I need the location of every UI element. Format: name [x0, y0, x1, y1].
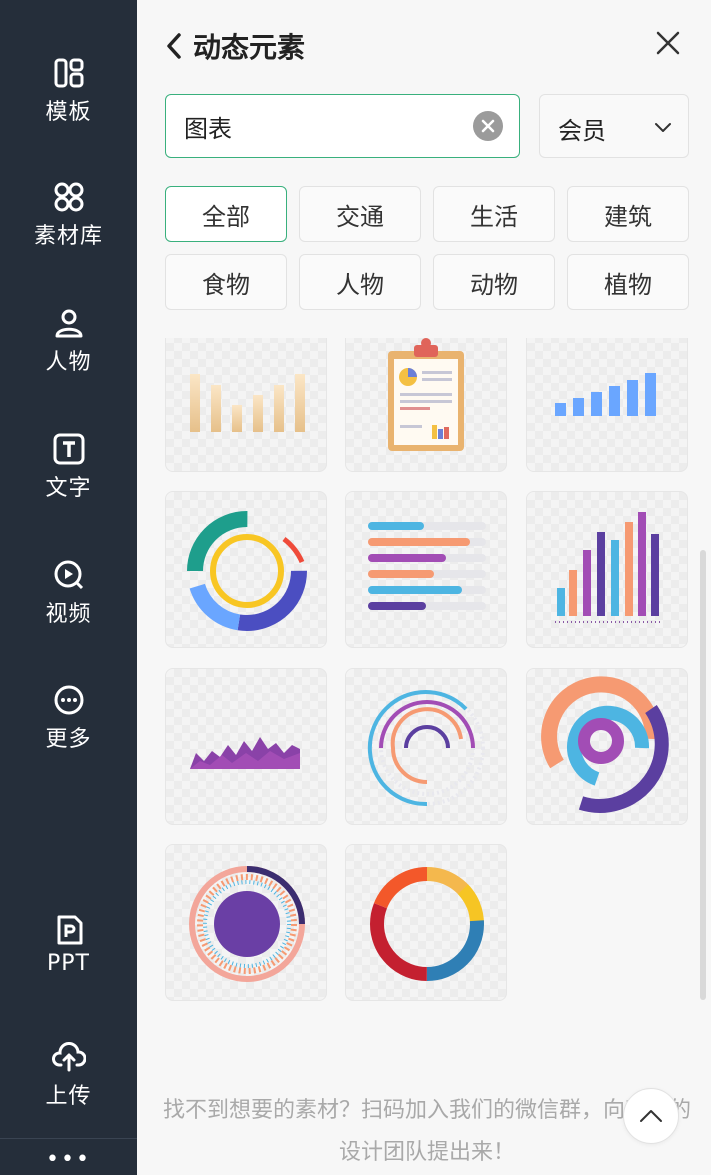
tag-person[interactable]: 人物	[299, 254, 421, 310]
sidebar-item-text[interactable]: 文字	[0, 432, 137, 502]
element-card-radial-bars[interactable]	[526, 668, 688, 825]
sidebar-item-upload[interactable]: 上传	[0, 1040, 137, 1110]
sidebar-item-label: 素材库	[33, 224, 103, 249]
sidebar-item-label: PPT	[47, 951, 90, 976]
bar-chart-thumbnail	[555, 373, 656, 416]
sidebar: 模板 素材库 人物 文字 视频 更多 PPT 上传 •••	[0, 0, 137, 1175]
member-filter-value: 会员	[558, 117, 606, 145]
template-icon	[52, 56, 86, 90]
element-card-color-donut[interactable]	[345, 844, 507, 1001]
dynamic-elements-panel: 动态元素 会员 全部 交通 生活 建筑 食物 人物 动物 植物	[137, 0, 711, 1175]
search-box	[165, 94, 520, 158]
gauge-chart-thumbnail	[189, 866, 305, 982]
search-input[interactable]	[184, 95, 464, 157]
element-card-vertical-bars[interactable]	[526, 491, 688, 648]
sidebar-item-more[interactable]: 更多	[0, 683, 137, 753]
sidebar-item-template[interactable]: 模板	[0, 56, 137, 126]
radial-arc-chart-thumbnail	[367, 690, 485, 807]
sidebar-item-label: 文字	[45, 476, 92, 501]
upload-icon	[51, 1040, 86, 1074]
tag-all[interactable]: 全部	[165, 186, 287, 242]
donut-chart-thumbnail	[187, 511, 307, 631]
sidebar-item-ppt[interactable]: PPT	[0, 913, 137, 976]
chevron-left-icon	[165, 28, 187, 64]
sidebar-item-video[interactable]: 视频	[0, 558, 137, 628]
element-card-donut-ring[interactable]	[165, 491, 327, 648]
sidebar-item-label: 视频	[45, 602, 92, 627]
close-button[interactable]	[655, 30, 681, 56]
chevron-down-icon	[654, 119, 672, 138]
tag-architecture[interactable]: 建筑	[567, 186, 689, 242]
scroll-to-top-button[interactable]	[623, 1088, 679, 1144]
bar-chart-thumbnail	[190, 374, 305, 432]
footer-note: 找不到想要的素材？扫码加入我们的微信群，向我们的设计团队提出来！	[162, 1098, 691, 1165]
member-filter-select[interactable]: 会员	[539, 94, 689, 158]
scrollbar[interactable]	[700, 550, 706, 1000]
tag-animal[interactable]: 动物	[433, 254, 555, 310]
sidebar-item-label: 人物	[45, 350, 92, 375]
video-icon	[52, 558, 86, 592]
donut-chart-thumbnail	[370, 867, 484, 981]
clear-search-button[interactable]	[473, 111, 503, 141]
ppt-icon	[52, 913, 86, 947]
sidebar-divider	[0, 1138, 137, 1139]
tag-transport[interactable]: 交通	[299, 186, 421, 242]
material-library-icon	[52, 180, 86, 214]
text-icon	[52, 432, 86, 466]
sidebar-item-label: 模板	[45, 100, 92, 125]
tag-food[interactable]: 食物	[165, 254, 287, 310]
clear-icon	[481, 119, 495, 133]
person-icon	[52, 306, 86, 340]
panel-title: 动态元素	[193, 31, 306, 64]
horizontal-bar-chart-thumbnail	[368, 522, 486, 610]
vertical-bar-chart-thumbnail	[555, 512, 661, 623]
close-icon	[656, 31, 680, 55]
back-button[interactable]: 动态元素	[165, 26, 305, 66]
tag-plant[interactable]: 植物	[567, 254, 689, 310]
element-grid	[165, 338, 689, 1008]
element-card-horizontal-bars[interactable]	[345, 491, 507, 648]
tag-life[interactable]: 生活	[433, 186, 555, 242]
area-chart-thumbnail	[190, 737, 300, 769]
category-tags: 全部 交通 生活 建筑 食物 人物 动物 植物	[165, 186, 689, 310]
sidebar-item-person[interactable]: 人物	[0, 306, 137, 376]
element-card-area-chart[interactable]	[165, 668, 327, 825]
radial-bar-chart-thumbnail	[541, 676, 669, 813]
element-card-clipboard[interactable]	[345, 338, 507, 472]
element-card-blue-bars[interactable]	[526, 338, 688, 472]
chevron-up-icon	[640, 1110, 662, 1122]
more-icon	[52, 683, 86, 717]
sidebar-item-label: 上传	[45, 1084, 92, 1109]
element-card-arc-rings[interactable]	[345, 668, 507, 825]
sidebar-item-label: 更多	[45, 727, 92, 752]
element-card-gauge-circle[interactable]	[165, 844, 327, 1001]
sidebar-item-material-library[interactable]: 素材库	[0, 180, 137, 250]
sidebar-more-button[interactable]: •••	[0, 1149, 137, 1171]
element-card-gold-bars[interactable]	[165, 338, 327, 472]
clipboard-chart-thumbnail	[388, 338, 464, 451]
